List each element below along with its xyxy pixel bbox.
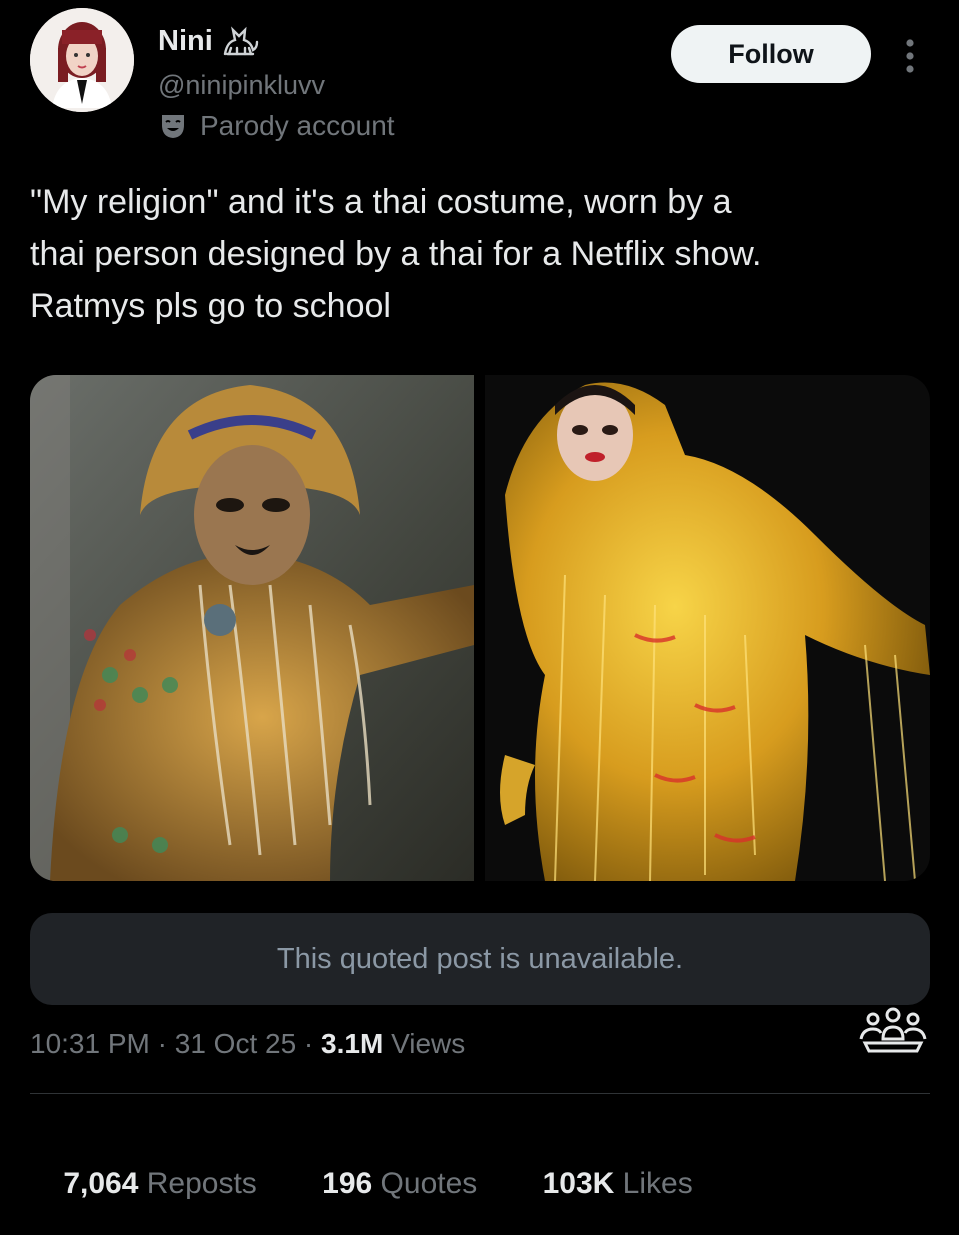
community-notes-icon[interactable] — [855, 1005, 931, 1057]
engagement-stats: 7,064 Reposts 196 Quotes 103K Likes — [30, 1133, 693, 1235]
quotes-count: 196 — [322, 1167, 373, 1200]
views-label: Views — [383, 1028, 466, 1059]
likes-count: 103K — [542, 1167, 615, 1200]
likes-label: Likes — [614, 1167, 693, 1200]
media-image-2[interactable] — [485, 375, 930, 881]
likes-stat[interactable]: 103K Likes — [509, 1133, 693, 1235]
views-count: 3.1M — [321, 1028, 384, 1059]
black-cat-icon — [221, 24, 259, 58]
reposts-label: Reposts — [138, 1167, 257, 1200]
post-date[interactable]: 31 Oct 25 — [175, 1028, 296, 1060]
media-grid — [30, 375, 930, 881]
reposts-stat[interactable]: 7,064 Reposts — [30, 1133, 257, 1235]
vertical-ellipsis-icon[interactable] — [895, 36, 925, 76]
reposts-count: 7,064 — [63, 1167, 139, 1200]
parody-account-label: Parody account — [200, 110, 395, 141]
meta-separator: · — [296, 1028, 322, 1059]
tweet-text: "My religion" and it's a thai costume, w… — [30, 183, 762, 325]
tweet-meta: 10:31 PM · 31 Oct 25 · 3.1M Views — [30, 1028, 465, 1060]
follow-button[interactable]: Follow — [671, 25, 871, 83]
divider — [30, 1093, 930, 1094]
quotes-label: Quotes — [372, 1167, 478, 1200]
quotes-stat[interactable]: 196 Quotes — [289, 1133, 477, 1235]
quoted-post-unavailable[interactable]: This quoted post is unavailable. — [30, 913, 930, 1005]
meta-separator: · — [149, 1028, 175, 1059]
author-handle[interactable]: @ninipinkluvv — [158, 70, 325, 101]
media-image-1[interactable] — [30, 375, 474, 881]
author-avatar[interactable] — [30, 8, 134, 112]
quoted-post-message: This quoted post is unavailable. — [276, 942, 684, 975]
theater-mask-icon — [158, 111, 188, 141]
author-display-name[interactable]: Nini — [158, 25, 213, 58]
post-time[interactable]: 10:31 PM — [30, 1028, 150, 1060]
